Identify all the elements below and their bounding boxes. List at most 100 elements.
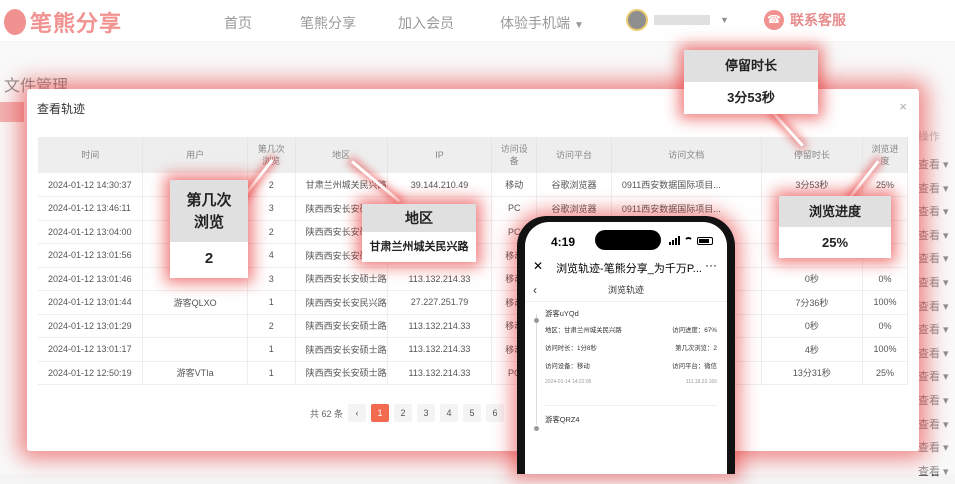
table-cell: 2024-01-12 12:50:19 [38, 361, 144, 385]
signal-icon [669, 236, 680, 245]
table-cell: 2024-01-12 13:01:46 [38, 267, 144, 291]
table-cell: 0秒 [761, 314, 864, 338]
timeline-line [536, 314, 537, 425]
page-button[interactable]: 2 [394, 404, 413, 422]
battery-icon [697, 236, 713, 245]
table-cell: 1 [247, 337, 296, 362]
entry-visit: 第几次浏览：2 [675, 345, 717, 352]
table-row: 2024-01-12 12:50:19 游客VTIa 1 陕西西安长安硕士路 113.1… [38, 361, 908, 385]
table-cell: 3 [247, 196, 296, 221]
table-cell: 25% [862, 173, 908, 197]
table-cell: 2 [247, 314, 296, 338]
callout-stay-duration: 停留时长 3分53秒 [684, 50, 818, 114]
table-cell: 游客QLXO [142, 290, 248, 315]
column-header: 停留时长 [761, 137, 864, 173]
column-header: 访问文档 [611, 137, 762, 173]
track-entry-name: 游客uYQd [545, 309, 579, 318]
phone-subheader-title: 浏览轨迹 [607, 285, 644, 295]
entry-stay: 访问时长：1分8秒 [545, 345, 597, 352]
table-cell [142, 337, 248, 362]
table-cell: 2024-01-12 14:30:37 [38, 173, 144, 197]
column-header: 访问平台 [536, 137, 612, 173]
table-cell: 100% [862, 337, 908, 362]
phone-subheader: ‹ 浏览轨迹 [525, 278, 727, 302]
prev-page-button[interactable]: ‹ [348, 404, 367, 422]
table-row: 2024-01-12 13:01:17 1 陕西西安长安硕士路 113.132.214… [38, 337, 908, 362]
column-header: 时间 [38, 137, 144, 173]
table-cell: 3 [247, 267, 296, 291]
column-header: 浏览进 度 [862, 137, 908, 173]
back-icon[interactable]: ‹ [533, 278, 537, 302]
table-cell: 陕西西安长安硕士路 [295, 314, 388, 338]
table-cell: 移动 [491, 173, 538, 197]
status-time: 4:19 [551, 235, 576, 249]
table-row: 2024-01-12 13:01:46 3 陕西西安长安硕士路 113.132.214… [38, 267, 908, 291]
table-cell: 陕西西安长安硕士路 [295, 337, 388, 362]
phone-track-list: 游客uYQd 地区：甘肃兰州城关民兴路 访问进度：67% 访问时长：1分8秒 第几次… [525, 308, 727, 431]
table-cell: 2 [247, 220, 296, 244]
table-cell: 113.132.214.33 [387, 337, 493, 362]
table-cell: 陕西西安长安民兴路 [295, 290, 388, 315]
table-cell: 0% [862, 314, 908, 338]
page-button[interactable]: 1 [371, 404, 390, 422]
callout-progress: 浏览进度 25% [779, 196, 891, 258]
column-header: 访问设 备 [491, 137, 538, 173]
column-header: 用户 [142, 137, 248, 173]
table-row: 2024-01-12 13:01:44 游客QLXO 1 陕西西安长安民兴路 27.22… [38, 290, 908, 315]
callout-stay-value: 3分53秒 [727, 90, 775, 105]
table-cell: 0% [862, 267, 908, 291]
column-header: 地区 [295, 137, 388, 173]
table-cell: 100% [862, 290, 908, 315]
table-cell: 1 [247, 361, 296, 385]
table-cell: 2024-01-12 13:46:11 [38, 196, 144, 221]
entry-progress: 访问进度：67% [672, 327, 717, 334]
table-cell: 0秒 [761, 267, 864, 291]
close-icon[interactable]: ✕ [533, 259, 543, 273]
entry-platform: 访问平台：微信 [672, 363, 717, 370]
close-icon[interactable]: × [899, 99, 907, 114]
page-button[interactable]: 6 [486, 404, 505, 422]
table-cell [142, 314, 248, 338]
callout-region-title: 地区 [362, 204, 476, 232]
callout-visit-title: 第几次 浏览 [170, 180, 248, 242]
status-icons [669, 236, 713, 245]
table-cell: 2024-01-12 13:01:17 [38, 337, 144, 362]
table-cell: 25% [862, 361, 908, 385]
table-cell: 39.144.210.49 [387, 173, 493, 197]
entry-region: 地区：甘肃兰州城关民兴路 [545, 327, 622, 334]
table-cell: 27.227.251.79 [387, 290, 493, 315]
table-cell: 13分31秒 [761, 361, 864, 385]
wifi-icon [684, 237, 693, 244]
table-cell: 7分36秒 [761, 290, 864, 315]
table-cell: 113.132.214.33 [387, 267, 493, 291]
track-entry-card[interactable]: 地区：甘肃兰州城关民兴路 访问进度：67% 访问时长：1分8秒 第几次浏览：2 访问… [545, 325, 717, 406]
table-cell: 2024-01-12 13:01:29 [38, 314, 144, 338]
track-modal: 查看轨迹 × 时间用户第几次 浏览地区IP访问设 备访问平台访问文档停留时长浏览… [27, 89, 919, 451]
callout-progress-title: 浏览进度 [779, 196, 891, 227]
table-cell: 2024-01-12 13:04:00 [38, 220, 144, 244]
timeline-dot [534, 318, 539, 323]
table-cell: PC [491, 196, 538, 221]
table-cell: 陕西西安长安硕士路 [295, 267, 388, 291]
callout-visit-value: 2 [204, 250, 214, 267]
phone-screen: 4:19 ✕ 浏览轨迹-笔熊分享_为千万P... ··· ‹ 浏览轨迹 游客uY… [525, 222, 727, 474]
page-button[interactable]: 4 [440, 404, 459, 422]
table-cell: 113.132.214.33 [387, 314, 493, 338]
phone-mockup: 4:19 ✕ 浏览轨迹-笔熊分享_为千万P... ··· ‹ 浏览轨迹 游客uY… [517, 216, 735, 474]
table-cell: 游客VTIa [142, 361, 248, 385]
page-button[interactable]: 3 [417, 404, 436, 422]
page-button[interactable]: 5 [463, 404, 482, 422]
pagination-total: 共 62 条 [310, 408, 344, 419]
dynamic-island [595, 230, 661, 250]
phone-header-title: 浏览轨迹-笔熊分享_为千万P... [556, 263, 702, 275]
callout-progress-value: 25% [821, 235, 849, 250]
table-cell: 2024-01-12 13:01:56 [38, 243, 144, 268]
modal-title: 查看轨迹 [37, 102, 86, 116]
callout-region-value: 甘肃兰州城关民兴路 [369, 241, 469, 253]
phone-header: ✕ 浏览轨迹-笔熊分享_为千万P... ··· [525, 256, 727, 278]
entry-device: 访问设备：移动 [545, 363, 590, 370]
table-cell: 陕西西安长安硕士路 [295, 361, 388, 385]
more-icon[interactable]: ··· [705, 258, 717, 272]
entry-ip: 111.18.23.166 [685, 379, 717, 385]
pagination: 共 62 条 ‹ 123456 [310, 404, 505, 422]
